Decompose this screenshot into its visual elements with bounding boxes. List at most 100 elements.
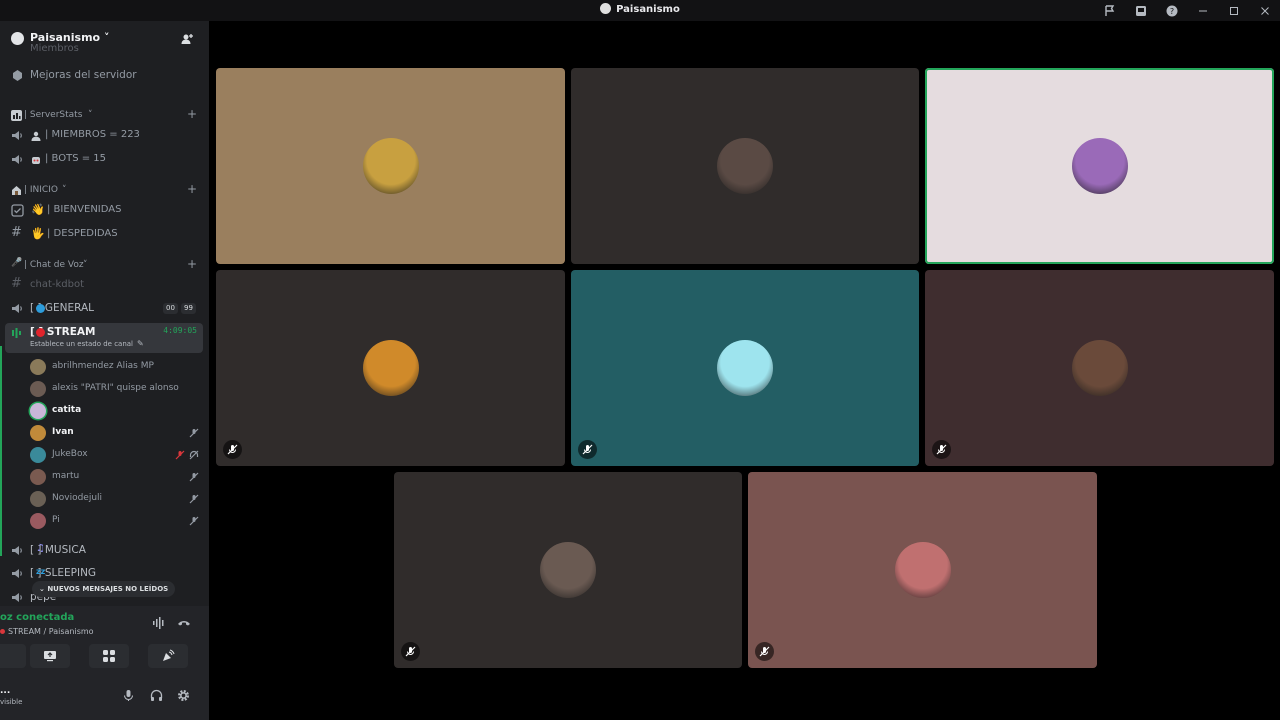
- share-screen-button[interactable]: [30, 644, 70, 668]
- soundboard-icon: [163, 649, 175, 661]
- channel-general[interactable]: [ ] GENERAL 00 99: [0, 299, 209, 319]
- speaker-locked-icon: [12, 155, 22, 164]
- channel-miembros[interactable]: | MIEMBROS = 223: [0, 126, 209, 146]
- muted-mic-icon: [189, 472, 199, 482]
- participant-tile-6[interactable]: [925, 270, 1274, 466]
- svg-text:?: ?: [1169, 7, 1173, 16]
- wave-emoji-icon: 👋: [31, 203, 45, 216]
- activities-icon: [103, 650, 115, 662]
- hashtag-icon: #: [11, 225, 22, 240]
- add-channel-button[interactable]: +: [187, 257, 197, 271]
- channel-sidebar: Paisanismo ˅ Miembros Mejoras del servid…: [0, 21, 209, 720]
- hand-emoji-icon: 🖐: [31, 227, 45, 240]
- channel-musica[interactable]: [ ] MUSICA ♫: [0, 541, 209, 561]
- chart-icon: [11, 110, 22, 121]
- channel-despedidas[interactable]: # 🖐 | DESPEDIDAS: [0, 225, 209, 245]
- voice-user-5[interactable]: JukeBox: [30, 445, 205, 465]
- muted-mic-icon: [578, 440, 597, 459]
- avatar: [30, 447, 46, 463]
- settings-gear-icon[interactable]: [177, 689, 190, 702]
- muted-mic-icon: [401, 642, 420, 661]
- channel-chat-kdbot[interactable]: # chat-kdbot: [0, 276, 209, 296]
- channel-bots[interactable]: | BOTS = 15: [0, 150, 209, 170]
- participant-avatar: [540, 542, 596, 598]
- participant-tile-7[interactable]: [394, 472, 742, 668]
- category-serverstats[interactable]: | ServerStats ˅ +: [0, 106, 209, 126]
- house-icon: [12, 186, 21, 195]
- deafened-icon: [189, 450, 199, 460]
- participant-tile-8[interactable]: [748, 472, 1097, 668]
- activities-button[interactable]: [89, 644, 129, 668]
- speaker-icon: [12, 546, 22, 555]
- title-bar: Paisanismo ?: [0, 0, 1280, 21]
- zzz-icon: zz: [36, 567, 46, 576]
- muted-mic-icon: [189, 494, 199, 504]
- rules-icon: [11, 204, 24, 217]
- participant-avatar: [894, 542, 951, 598]
- camera-button[interactable]: [0, 644, 26, 668]
- muted-mic-icon: [189, 516, 199, 526]
- help-icon[interactable]: ?: [1156, 0, 1187, 21]
- participant-avatar: [717, 138, 773, 194]
- voice-user-2[interactable]: alexis "PATRI" quispe alonso: [30, 379, 205, 399]
- participant-tile-1[interactable]: [216, 68, 565, 264]
- voice-user-4[interactable]: Ivan: [30, 423, 205, 443]
- avatar: [30, 513, 46, 529]
- participant-avatar: [362, 138, 419, 194]
- channel-stream-active[interactable]: [ ] STREAM 4:09:05 Establece un estado d…: [5, 323, 203, 353]
- close-icon[interactable]: [1249, 0, 1280, 21]
- current-username[interactable]: ...: [0, 686, 10, 696]
- voice-user-6[interactable]: martu: [30, 467, 205, 487]
- user-limit-badge: 99: [181, 303, 196, 314]
- speaker-icon: [12, 304, 22, 313]
- pencil-icon[interactable]: ✎: [137, 339, 144, 348]
- voice-user-3[interactable]: catita: [30, 401, 205, 421]
- minimize-icon[interactable]: [1187, 0, 1218, 21]
- voice-location[interactable]: STREAM / Paisanismo: [0, 627, 94, 636]
- add-channel-button[interactable]: +: [187, 107, 197, 121]
- red-circle-icon: [36, 328, 45, 337]
- soundboard-button[interactable]: [148, 644, 188, 668]
- participant-tile-2[interactable]: [571, 68, 919, 264]
- voice-user-1[interactable]: abrilhmendez Alias MP: [30, 357, 205, 377]
- muted-mic-icon: [932, 440, 951, 459]
- add-channel-button[interactable]: +: [187, 182, 197, 196]
- category-chat-de-voz[interactable]: 🎤 | Chat de Voz ˅ +: [0, 256, 209, 276]
- participant-tile-4[interactable]: [216, 270, 565, 466]
- muted-mic-icon: [189, 428, 199, 438]
- window-title: Paisanismo: [0, 3, 1280, 15]
- speaker-icon: [12, 593, 22, 602]
- voice-user-7[interactable]: Noviodejuli: [30, 489, 205, 509]
- participant-avatar: [1071, 340, 1128, 396]
- avatar: [30, 359, 46, 375]
- avatar: [30, 425, 46, 441]
- muted-mic-icon: [223, 440, 242, 459]
- live-voice-icon: [12, 328, 21, 338]
- avatar: [30, 403, 46, 419]
- microphone-emoji-icon: 🎤: [11, 258, 23, 268]
- microphone-icon[interactable]: [122, 689, 135, 702]
- channel-partial-top[interactable]: Miembros: [0, 43, 209, 55]
- noise-suppression-icon[interactable]: [152, 616, 166, 630]
- new-unread-messages-pill[interactable]: ⌄ NUEVOS MENSAJES NO LEÍDOS: [32, 581, 176, 597]
- channel-bienvenidas[interactable]: 👋 | BIENVENIDAS: [0, 201, 209, 221]
- category-inicio[interactable]: | INICIO ˅ +: [0, 181, 209, 201]
- muted-mic-icon: [755, 642, 774, 661]
- participant-tile-5[interactable]: [571, 270, 919, 466]
- disconnect-icon[interactable]: [177, 616, 191, 630]
- flag-icon[interactable]: [1094, 0, 1125, 21]
- inbox-icon[interactable]: [1125, 0, 1156, 21]
- participant-avatar: [717, 340, 773, 396]
- voice-connected-label[interactable]: oz conectada: [0, 612, 74, 623]
- headphones-icon[interactable]: [150, 689, 163, 702]
- globe-emoji-icon: [36, 304, 45, 313]
- voice-user-8[interactable]: Pi: [30, 511, 205, 531]
- screen-share-icon: [44, 651, 56, 662]
- participant-tile-3-speaking[interactable]: [925, 68, 1274, 264]
- avatar: [30, 381, 46, 397]
- server-boosts-item[interactable]: Mejoras del servidor: [0, 66, 209, 86]
- channel-status-prompt[interactable]: Establece un estado de canal: [30, 340, 133, 348]
- maximize-icon[interactable]: [1218, 0, 1249, 21]
- hashtag-icon: #: [11, 276, 22, 291]
- current-user-status: visible: [0, 698, 23, 706]
